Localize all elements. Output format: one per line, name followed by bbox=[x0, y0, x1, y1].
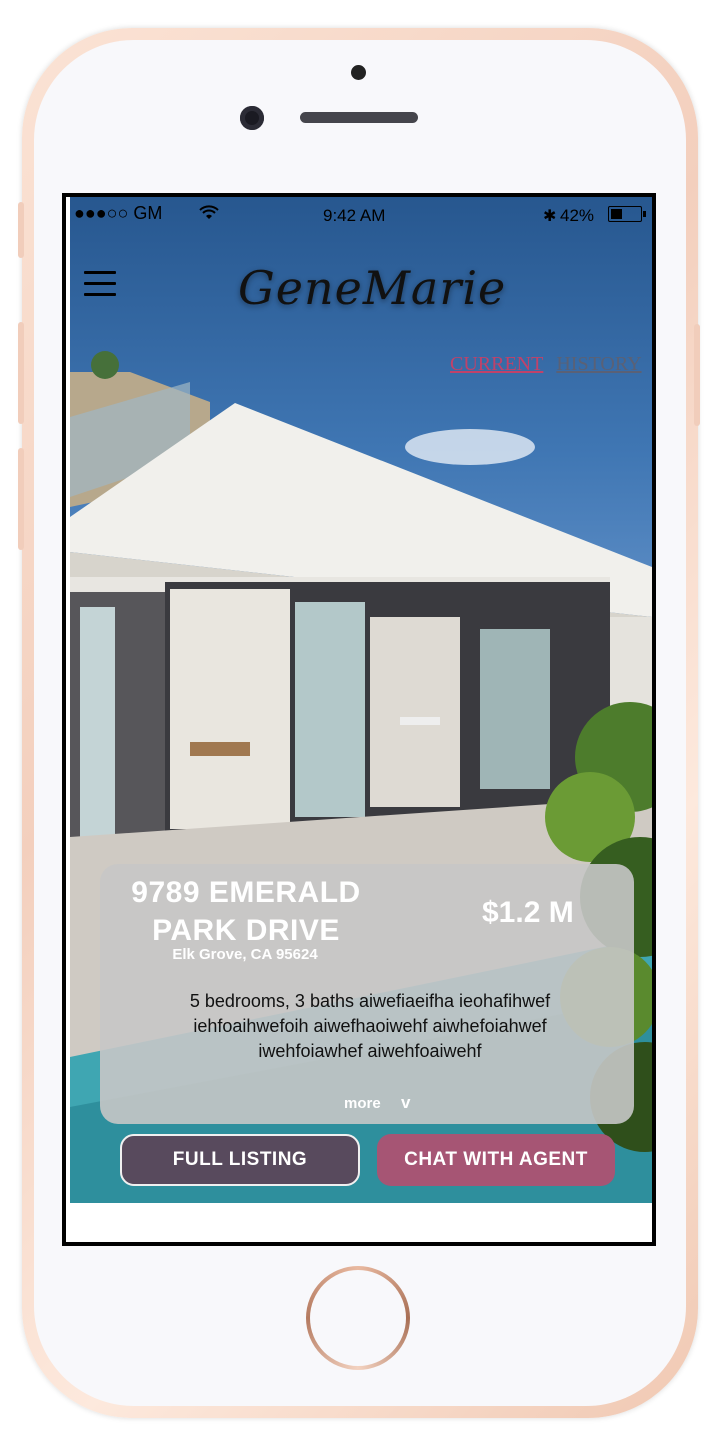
tab-current[interactable]: CURRENT bbox=[450, 353, 543, 376]
front-camera bbox=[240, 106, 264, 130]
app-logo: GeneMarie bbox=[238, 261, 507, 315]
chat-agent-button[interactable]: CHAT WITH AGENT bbox=[377, 1134, 615, 1186]
chevron-down-icon[interactable]: v bbox=[401, 1093, 410, 1113]
wifi-icon bbox=[199, 205, 219, 219]
listing-price: $1.2 M bbox=[482, 896, 574, 929]
status-time: 9:42 AM bbox=[323, 206, 386, 225]
hamburger-menu-icon[interactable] bbox=[84, 271, 116, 297]
bluetooth-icon: ✱ bbox=[543, 208, 557, 225]
battery-icon bbox=[608, 206, 646, 222]
proximity-sensor bbox=[351, 65, 366, 80]
listing-tabs: CURRENT HISTORY bbox=[450, 353, 650, 376]
battery-percent: 42% bbox=[560, 206, 595, 225]
status-bar: ●●●○○ GM 9:42 AM ✱ 42% bbox=[70, 197, 652, 227]
screen-content: ●●●○○ GM 9:42 AM ✱ 42% GeneMarie CURRENT… bbox=[66, 197, 652, 1242]
side-button bbox=[18, 322, 24, 424]
side-button bbox=[18, 448, 24, 550]
listing-city: Elk Grove, CA 95624 bbox=[172, 946, 318, 963]
full-listing-button[interactable]: FULL LISTING bbox=[120, 1134, 360, 1186]
earpiece-speaker bbox=[300, 112, 418, 123]
tab-history[interactable]: HISTORY bbox=[556, 353, 641, 376]
screen: ●●●○○ GM 9:42 AM ✱ 42% GeneMarie CURRENT… bbox=[62, 193, 656, 1246]
more-link[interactable]: more bbox=[344, 1095, 381, 1112]
side-button bbox=[18, 202, 24, 258]
listing-card: 9789 EMERALD PARK DRIVE Elk Grove, CA 95… bbox=[100, 864, 634, 1124]
side-button bbox=[694, 324, 700, 426]
property-photo: ●●●○○ GM 9:42 AM ✱ 42% GeneMarie CURRENT… bbox=[70, 197, 652, 1203]
home-button[interactable] bbox=[306, 1266, 410, 1370]
listing-address: 9789 EMERALD PARK DRIVE bbox=[131, 876, 361, 947]
listing-description: 5 bedrooms, 3 baths aiwefiaeifha ieohafi… bbox=[189, 991, 551, 1061]
carrier-label: ●●●○○ GM bbox=[74, 203, 163, 223]
